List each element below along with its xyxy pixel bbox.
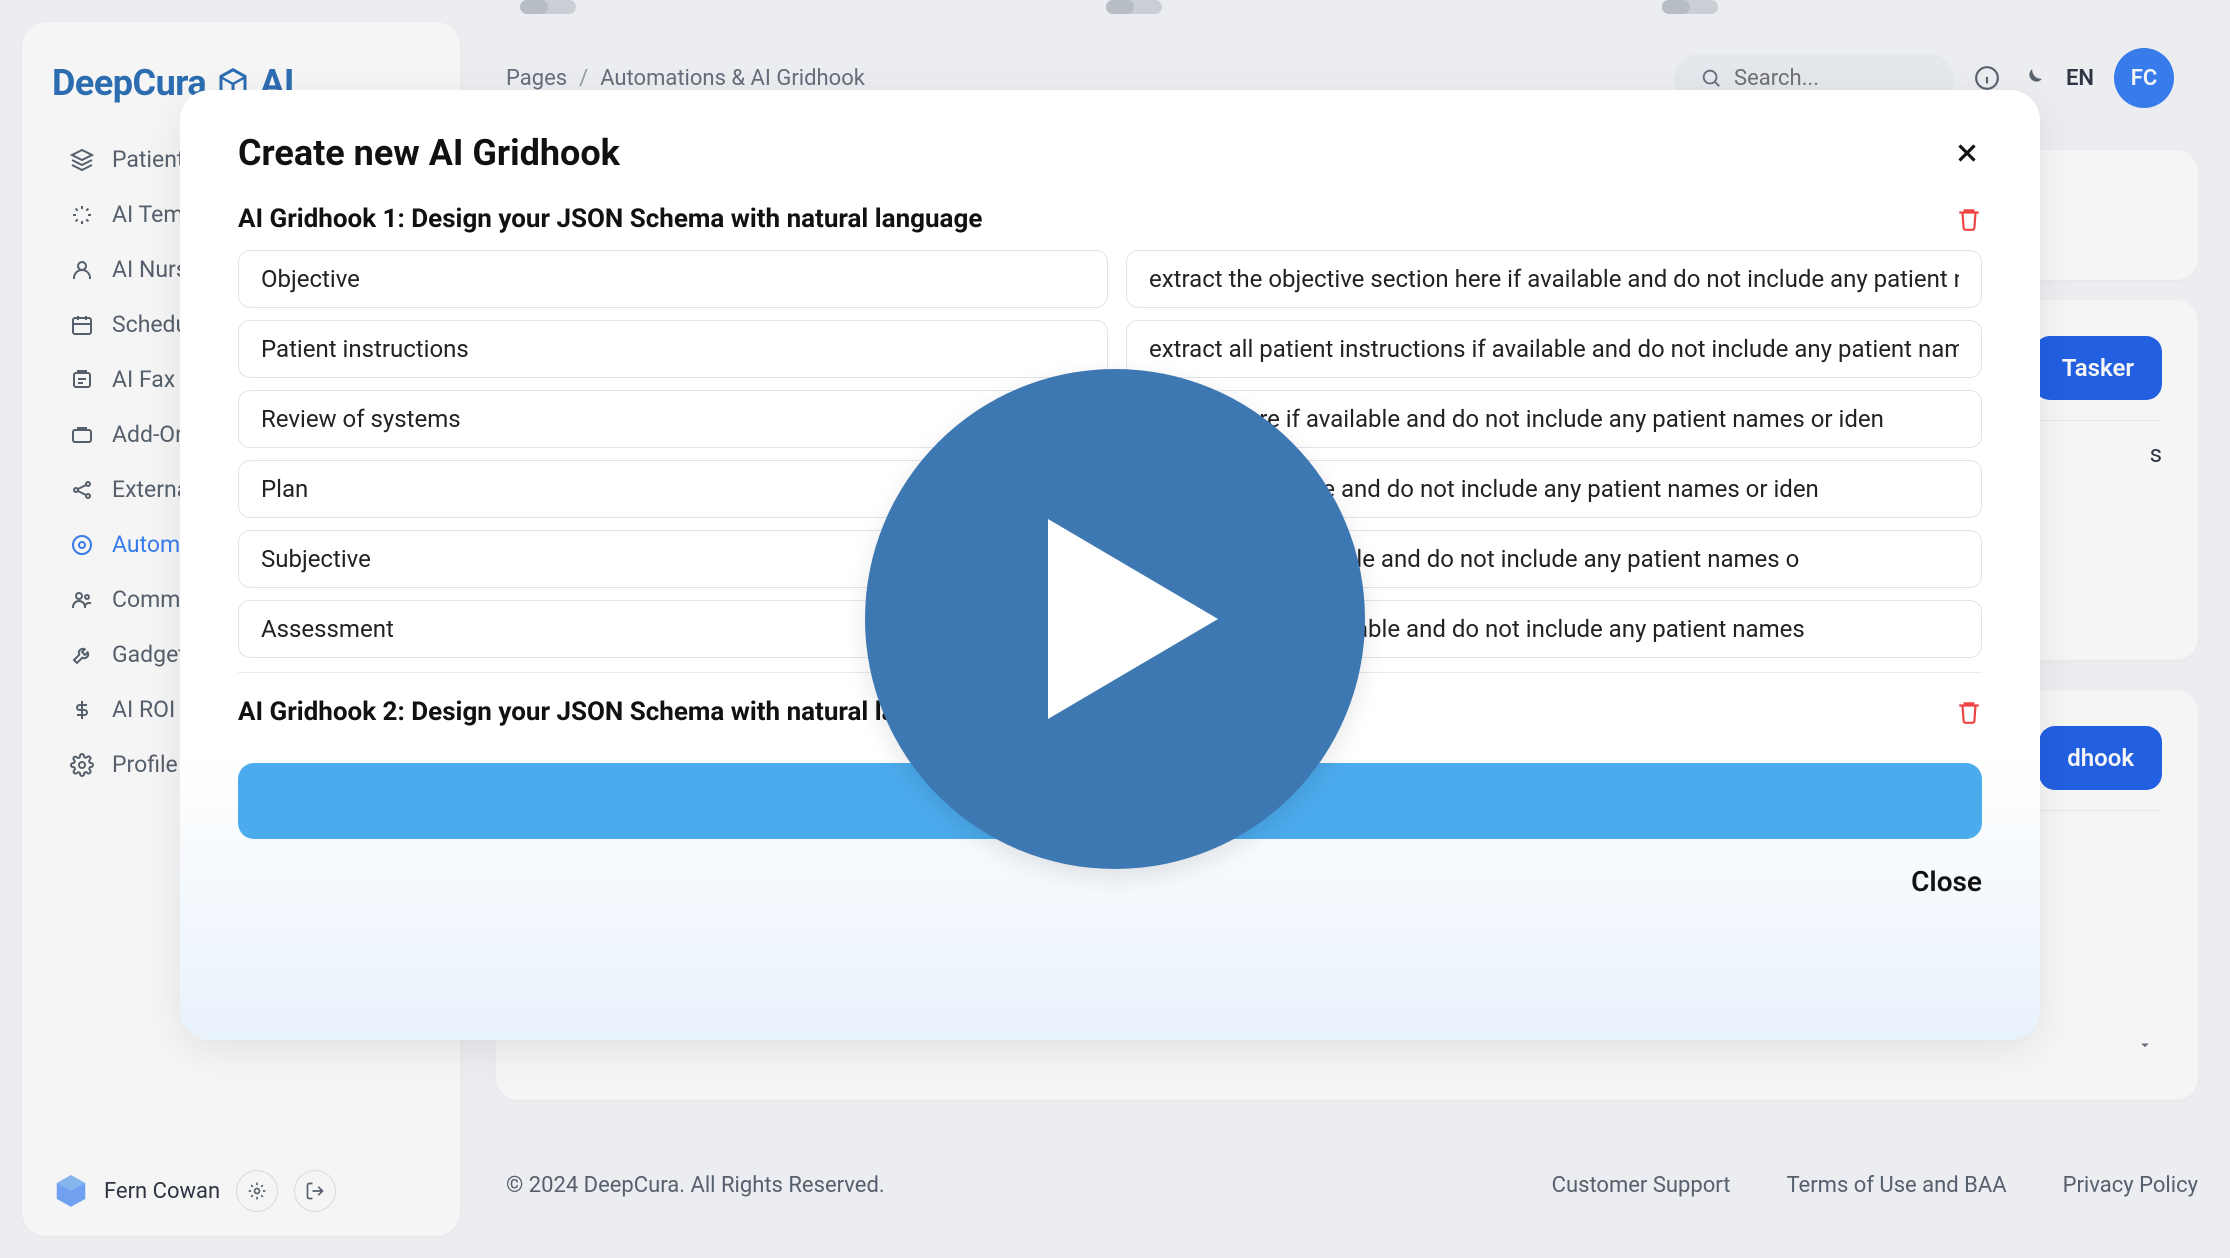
modal-title: Create new AI Gridhook [238, 132, 620, 174]
trash-icon[interactable] [1956, 699, 1982, 725]
section-title: AI Gridhook 2: Design your JSON Schema w… [238, 697, 982, 727]
schema-key-input[interactable] [238, 320, 1108, 378]
schema-desc-input[interactable] [1126, 320, 1982, 378]
trash-icon[interactable] [1956, 206, 1982, 232]
field-row [238, 250, 1982, 308]
play-button[interactable] [865, 369, 1365, 869]
schema-desc-input[interactable] [1126, 250, 1982, 308]
section-head: AI Gridhook 1: Design your JSON Schema w… [238, 204, 1982, 234]
modal-title-row: Create new AI Gridhook [238, 132, 1982, 174]
close-icon[interactable] [1952, 138, 1982, 168]
play-icon [1048, 519, 1218, 719]
section-title: AI Gridhook 1: Design your JSON Schema w… [238, 204, 982, 234]
close-button[interactable]: Close [1911, 865, 1982, 898]
modal-footer: Close [238, 865, 1982, 898]
schema-key-input[interactable] [238, 250, 1108, 308]
